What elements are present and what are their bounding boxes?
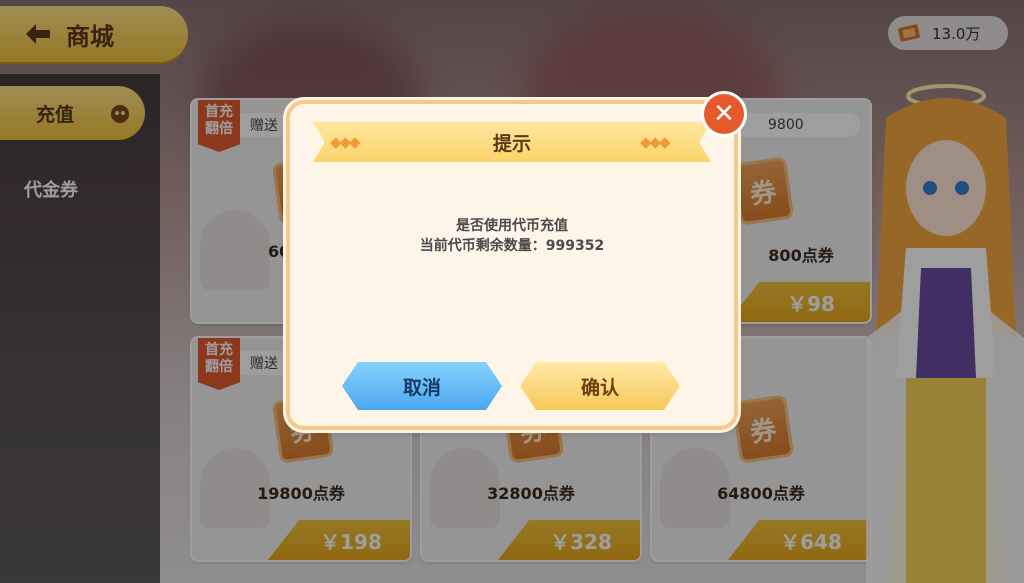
dialog-message: 是否使用代币充值 当前代币剩余数量：999352 (290, 216, 734, 256)
close-icon[interactable]: ✕ (704, 94, 744, 134)
sparkle-icon: ◆◆◆ (640, 133, 671, 151)
sparkle-icon: ◆◆◆ (330, 133, 361, 151)
dialog-message-line1: 是否使用代币充值 (456, 218, 568, 234)
confirm-dialog: 提示 ◆◆◆ ◆◆◆ ✕ 是否使用代币充值 当前代币剩余数量：999352 取消… (290, 94, 744, 426)
cancel-button[interactable]: 取消 (342, 362, 502, 410)
confirm-button[interactable]: 确认 (520, 362, 680, 410)
dialog-message-line2: 当前代币剩余数量：999352 (419, 238, 605, 254)
